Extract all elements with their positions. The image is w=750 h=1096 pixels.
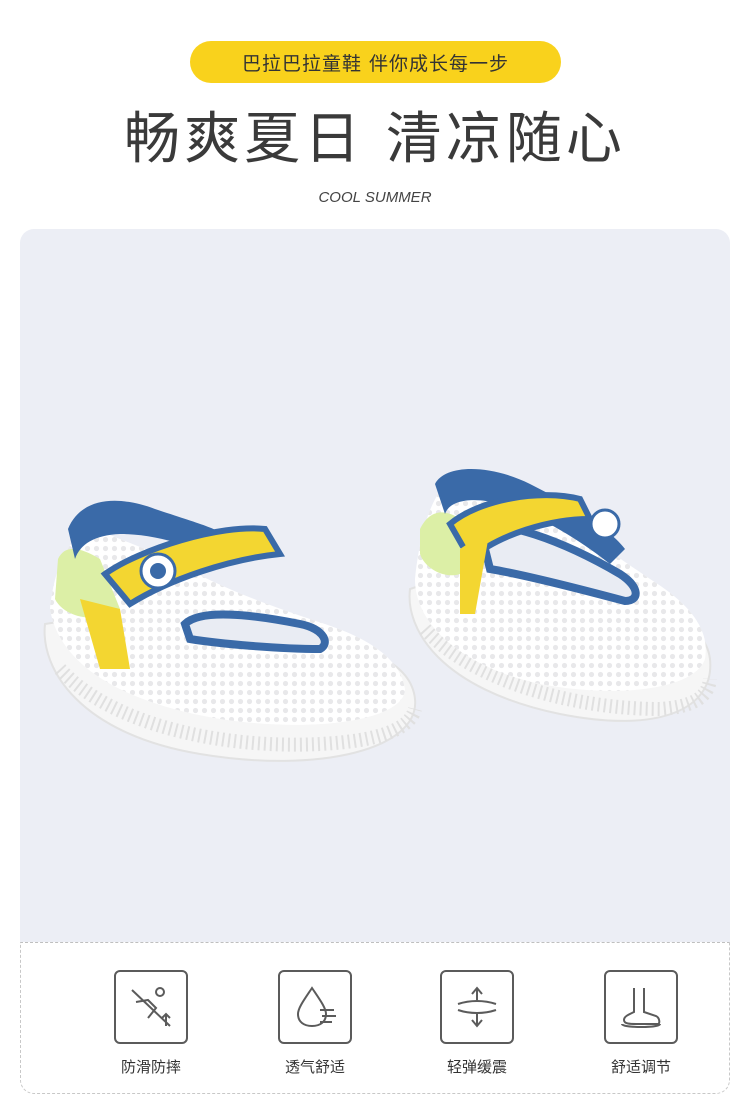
feature-label: 透气舒适 <box>284 1058 345 1076</box>
feature-anti-slip: 防滑防摔 <box>91 970 211 1077</box>
page-subtitle: COOL SUMMER <box>318 189 432 206</box>
cushion-icon <box>440 970 514 1044</box>
feature-panel: 防滑防摔 透气舒适 轻弹缓震 舒适调节 <box>20 942 730 1094</box>
feature-fit: 舒适调节 <box>581 970 701 1077</box>
anti-slip-icon <box>114 970 188 1044</box>
shoes-illustration <box>43 469 717 762</box>
feature-label: 轻弹缓震 <box>446 1058 507 1076</box>
feature-label: 防滑防摔 <box>120 1058 181 1076</box>
feature-breathable: 透气舒适 <box>255 970 375 1077</box>
feature-cushion: 轻弹缓震 <box>417 970 537 1077</box>
page-title: 畅爽夏日 清凉随心 <box>124 107 626 172</box>
right-shoe <box>408 469 717 722</box>
breathable-icon <box>278 970 352 1044</box>
feature-label: 舒适调节 <box>610 1058 671 1076</box>
left-shoe <box>43 500 422 762</box>
brand-tagline: 巴拉巴拉童鞋 伴你成长每一步 <box>190 41 561 83</box>
foot-fit-icon <box>604 970 678 1044</box>
product-photo <box>20 229 730 942</box>
